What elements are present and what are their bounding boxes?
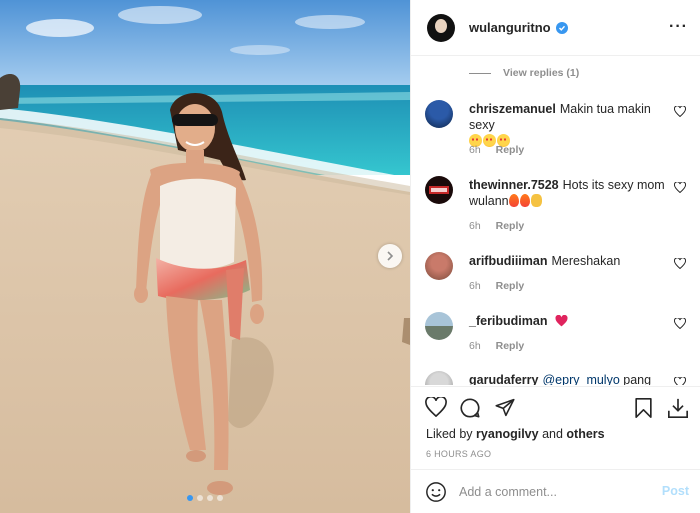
carousel-dot [197, 495, 203, 501]
view-replies-button[interactable]: View replies (1) [469, 67, 579, 79]
commenter-username[interactable]: arifbudiiiman [469, 254, 547, 268]
fire-emoji-icon [508, 194, 519, 207]
reply-button[interactable]: Reply [496, 340, 525, 352]
comment-time: 6h [469, 280, 481, 292]
like-comment-heart-icon[interactable] [674, 182, 686, 193]
comment-message: pang [623, 373, 652, 385]
share-direct-icon[interactable] [494, 397, 516, 418]
commenter-avatar[interactable] [425, 371, 453, 385]
comment-bubble-icon[interactable] [459, 397, 481, 419]
verified-badge-icon [555, 21, 568, 34]
reply-button[interactable]: Reply [496, 144, 525, 156]
reply-button[interactable]: Reply [496, 280, 525, 292]
next-slide-button[interactable] [378, 244, 402, 268]
post-side-panel: wulanguritno ··· View replies (1) chrisz… [410, 0, 700, 513]
comment-input[interactable] [459, 484, 639, 499]
commenter-username[interactable]: chriszemanuel [469, 102, 556, 116]
comment-meta: 6h Reply [469, 280, 536, 292]
commenter-username[interactable]: thewinner.7528 [469, 178, 559, 192]
comment-meta: 6h Reply [469, 144, 536, 156]
save-bookmark-icon[interactable] [634, 397, 653, 419]
liked-by-others[interactable]: others [566, 427, 604, 441]
like-comment-heart-icon[interactable] [674, 377, 686, 385]
carousel-dot [187, 495, 193, 501]
author-username[interactable]: wulanguritno [469, 20, 551, 35]
comment-time: 6h [469, 144, 481, 156]
post-actions: Liked by ryanogilvy and others 6 HOURS A… [411, 386, 700, 468]
comment-text: chriszemanuel Makin tua makin sexy [469, 101, 669, 149]
carousel-dot [217, 495, 223, 501]
liked-by-and: and [542, 427, 563, 441]
commenter-avatar[interactable] [425, 312, 453, 340]
more-options-icon[interactable]: ··· [669, 18, 688, 36]
comments-list: View replies (1) chriszemanuel Makin tua … [411, 57, 700, 385]
post-photo [0, 0, 410, 513]
author-avatar[interactable] [427, 13, 455, 42]
fire-emoji-icon [519, 194, 530, 207]
liked-by-text: Liked by ryanogilvy and others [426, 427, 605, 441]
liked-by-prefix: Liked by [426, 427, 473, 441]
comment-message: Mereshakan [551, 254, 621, 268]
view-replies-label: View replies (1) [503, 67, 580, 79]
comment-text: thewinner.7528 Hots its sexy mom wulann [469, 177, 669, 209]
comment-time: 6h [469, 340, 481, 352]
like-comment-heart-icon[interactable] [674, 106, 686, 117]
chevron-right-icon [387, 251, 394, 261]
like-heart-icon[interactable] [425, 397, 447, 417]
comment-text: _feribudiman [469, 313, 669, 329]
post-comment-button[interactable]: Post [662, 484, 689, 498]
divider [469, 72, 491, 74]
post-modal: wulanguritno ··· View replies (1) chrisz… [0, 0, 700, 513]
like-comment-heart-icon[interactable] [674, 318, 686, 329]
comment-meta: 6h Reply [469, 340, 536, 352]
comment-composer: Post [411, 469, 700, 513]
commenter-avatar[interactable] [425, 100, 453, 128]
comment-text: garudaferry @epry_mulyo pang [469, 372, 669, 385]
reply-button[interactable]: Reply [496, 220, 525, 232]
commenter-username[interactable]: garudaferry [469, 373, 538, 385]
like-comment-heart-icon[interactable] [674, 258, 686, 269]
clap-emoji-icon [530, 194, 542, 207]
beach-photo [0, 0, 410, 513]
comment-meta: 6h Reply [469, 220, 536, 232]
comment-text: arifbudiiiman Mereshakan [469, 253, 669, 269]
comment-mention[interactable]: @epry_mulyo [542, 373, 619, 385]
carousel-dot [207, 495, 213, 501]
post-header: wulanguritno ··· [411, 0, 700, 56]
post-timestamp[interactable]: 6 HOURS AGO [426, 449, 491, 459]
red-heart-emoji-icon [555, 314, 568, 327]
carousel-indicator [0, 495, 410, 501]
commenter-avatar[interactable] [425, 176, 453, 204]
comment-time: 6h [469, 220, 481, 232]
liked-by-user[interactable]: ryanogilvy [476, 427, 539, 441]
commenter-avatar[interactable] [425, 252, 453, 280]
emoji-smile-icon[interactable] [425, 481, 447, 503]
commenter-username[interactable]: _feribudiman [469, 314, 548, 328]
download-icon[interactable] [667, 397, 689, 419]
